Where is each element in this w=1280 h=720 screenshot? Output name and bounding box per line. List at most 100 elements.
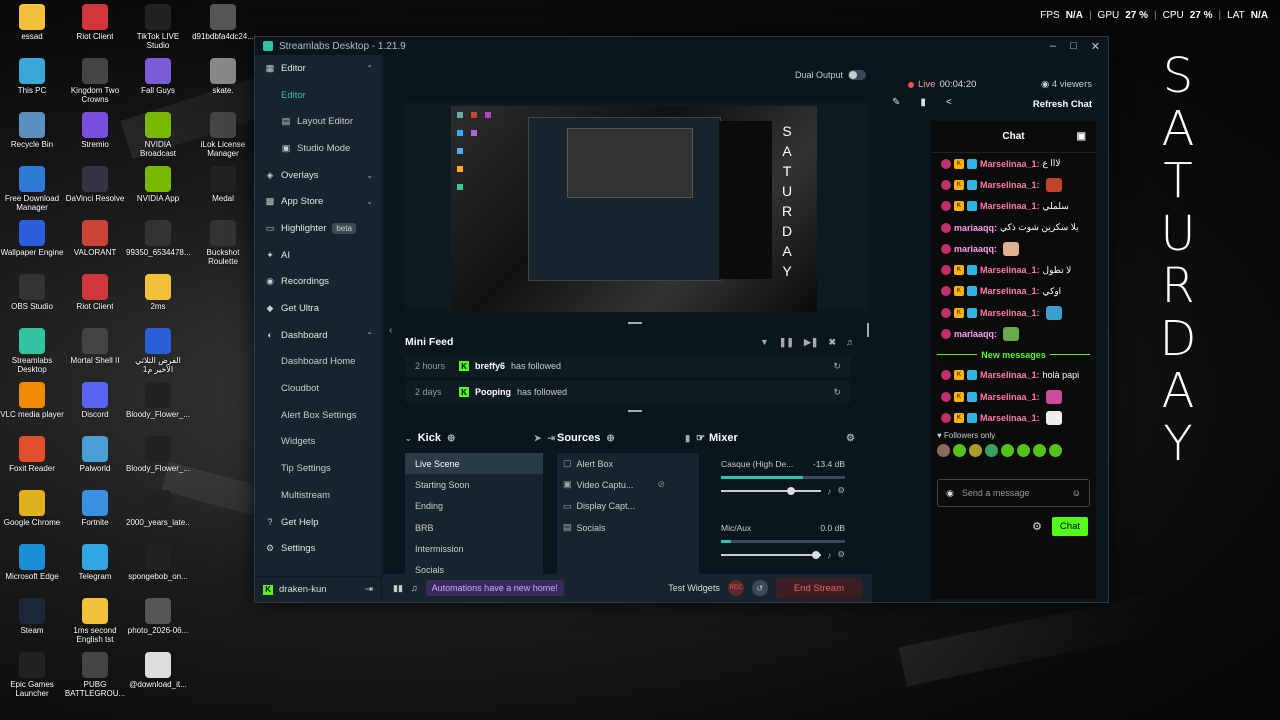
close-icon[interactable]: ✕ (1091, 40, 1100, 53)
nav-item-layout-editor[interactable]: ▤ Layout Editor (255, 108, 381, 135)
nav-item-settings[interactable]: ⚙ Settings (255, 535, 381, 562)
new-messages-divider[interactable]: New messages (931, 345, 1096, 365)
desktop-shortcut[interactable]: essad (0, 4, 64, 41)
desktop-shortcut[interactable]: Free Download Manager (0, 166, 64, 212)
skip-icon[interactable]: ▶❚ (804, 337, 818, 348)
desktop-shortcut[interactable]: NVIDIA Broadcast (126, 112, 190, 158)
desktop-shortcut[interactable]: iLok License Manager (191, 112, 255, 158)
desktop-shortcut[interactable]: Bloody_Flower_... (126, 382, 190, 419)
nav-item-editor[interactable]: ▦ Editor ⌃ (255, 55, 381, 82)
nav-item-ai[interactable]: ✦ AI (255, 242, 381, 269)
desktop-shortcut[interactable]: DaVinci Resolve (63, 166, 127, 203)
emote-icon[interactable] (985, 443, 998, 457)
scene-item[interactable]: BRB (405, 517, 543, 538)
nav-item-editor[interactable]: Editor (255, 82, 381, 109)
source-item[interactable]: ▣ Video Captu... ⊘ (557, 474, 699, 495)
chevron-down-icon[interactable]: ⌄ (366, 197, 373, 206)
speaker-icon[interactable]: ♪ (827, 486, 831, 496)
desktop-shortcut[interactable]: photo_2026-06... (126, 598, 190, 635)
chat-username[interactable]: mariaaqq: (954, 223, 997, 233)
nav-item-overlays[interactable]: ◈ Overlays ⌄ (255, 162, 381, 189)
resize-handle[interactable] (867, 323, 869, 337)
desktop-shortcut[interactable]: Foxit Reader (0, 436, 64, 473)
nav-item-tip-settings[interactable]: Tip Settings (255, 455, 381, 482)
replay-buffer-icon[interactable]: ↺ (751, 580, 768, 596)
nav-item-widgets[interactable]: Widgets (255, 429, 381, 456)
pin-icon[interactable]: ➤ (534, 433, 542, 444)
emote-icon[interactable] (1017, 443, 1030, 457)
chat-username[interactable]: Marselinaa_1: (980, 159, 1040, 169)
desktop-shortcut[interactable]: Riot Client (63, 274, 127, 311)
desktop-shortcut[interactable]: skate. (191, 58, 255, 95)
chat-username[interactable]: Marselinaa_1: (980, 392, 1040, 402)
source-item[interactable]: ▢ Alert Box (557, 453, 699, 474)
nav-item-dashboard-home[interactable]: Dashboard Home (255, 349, 381, 376)
collapse-left-icon[interactable]: ‹ (389, 325, 392, 336)
visibility-off-icon[interactable]: ⊘ (657, 479, 665, 490)
desktop-shortcut[interactable]: Mortal Shell II (63, 328, 127, 365)
mute-icon[interactable]: ✖ (828, 337, 836, 348)
stream-preview[interactable]: SATURDAY (405, 102, 869, 312)
desktop-shortcut[interactable]: Telegram (63, 544, 127, 581)
camera-icon[interactable]: ▮ (920, 97, 926, 108)
rec-button[interactable]: REC (727, 580, 744, 596)
chevron-down-icon[interactable]: ⌄ (405, 434, 412, 443)
source-item[interactable]: ▤ Socials (557, 517, 699, 538)
chevron-up-icon[interactable]: ⌃ (366, 331, 373, 340)
nav-item-get-ultra[interactable]: ◆ Get Ultra (255, 295, 381, 322)
scene-item[interactable]: Intermission (405, 538, 543, 559)
add-source-icon[interactable]: ⊕ (606, 433, 614, 444)
emote-icon[interactable] (953, 443, 966, 457)
nav-item-recordings[interactable]: ◉ Recordings (255, 269, 381, 296)
desktop-shortcut[interactable]: Medal (191, 166, 255, 203)
emoji-icon[interactable]: ☺ (1072, 488, 1081, 498)
desktop-shortcut[interactable]: Fortnite (63, 490, 127, 527)
desktop-shortcut[interactable]: @download_it... (126, 652, 190, 689)
stats-icon[interactable]: ▮▮ (393, 583, 403, 594)
desktop-shortcut[interactable]: Streamlabs Desktop (0, 328, 64, 374)
desktop-shortcut[interactable]: VLC media player (0, 382, 64, 419)
desktop-shortcut[interactable]: Palworld (63, 436, 127, 473)
chat-username[interactable]: mariaaqq: (954, 329, 997, 339)
minimize-icon[interactable]: – (1050, 40, 1056, 53)
dual-output-toggle[interactable] (848, 70, 866, 80)
chat-username[interactable]: Marselinaa_1: (980, 370, 1040, 380)
filter-icon[interactable]: ▼ (760, 337, 769, 348)
desktop-shortcut[interactable]: PUBG BATTLEGROU... (63, 652, 127, 698)
desktop-shortcut[interactable]: 2000_years_late... (126, 490, 190, 527)
nav-item-alert-box-settings[interactable]: Alert Box Settings (255, 402, 381, 429)
desktop-shortcut[interactable]: الفرض الثلاثي الأخير م1 (126, 328, 190, 374)
emote-icon[interactable] (937, 443, 950, 457)
desktop-shortcut[interactable]: Fall Guys (126, 58, 190, 95)
chat-username[interactable]: Marselinaa_1: (980, 265, 1040, 275)
transition-icon[interactable]: ⇥ (547, 433, 555, 444)
desktop-shortcut[interactable]: 99350_6534478... (126, 220, 190, 257)
notification-icon[interactable]: ♫ (411, 583, 418, 593)
desktop-shortcut[interactable]: Bloody_Flower_... (126, 436, 190, 473)
refresh-chat-button[interactable]: Refresh Chat (1033, 99, 1092, 110)
emote-icon[interactable] (969, 443, 982, 457)
test-widgets[interactable]: Test Widgets (668, 583, 720, 593)
emote-icon[interactable] (1049, 443, 1062, 457)
chevron-up-icon[interactable]: ⌃ (366, 64, 373, 73)
desktop-shortcut[interactable]: 1ms second English tst (63, 598, 127, 644)
desktop-shortcut[interactable]: Kingdom Two Crowns (63, 58, 127, 104)
desktop-shortcut[interactable]: This PC (0, 58, 64, 95)
chat-settings-icon[interactable]: ⚙ (1032, 520, 1042, 533)
logout-icon[interactable]: ⇥ (365, 584, 373, 595)
desktop-shortcut[interactable]: d91bdbfa4dc24... (191, 4, 255, 41)
chat-username[interactable]: Marselinaa_1: (980, 308, 1040, 318)
desktop-shortcut[interactable]: 2ms (126, 274, 190, 311)
nav-item-get-help[interactable]: ? Get Help (255, 509, 381, 536)
desktop-shortcut[interactable]: Microsoft Edge (0, 544, 64, 581)
chat-send-button[interactable]: Chat (1051, 517, 1088, 536)
desktop-shortcut[interactable]: spongebob_on... (126, 544, 190, 581)
desktop-shortcut[interactable]: OBS Studio (0, 274, 64, 311)
chat-username[interactable]: mariaaqq: (954, 244, 997, 254)
emote-icon[interactable] (1001, 443, 1014, 457)
channel-settings-icon[interactable]: ⚙ (837, 485, 845, 496)
emote-icon[interactable] (1033, 443, 1046, 457)
desktop-shortcut[interactable]: Recycle Bin (0, 112, 64, 149)
nav-item-studio-mode[interactable]: ▣ Studio Mode (255, 135, 381, 162)
chat-username[interactable]: Marselinaa_1: (980, 180, 1040, 190)
